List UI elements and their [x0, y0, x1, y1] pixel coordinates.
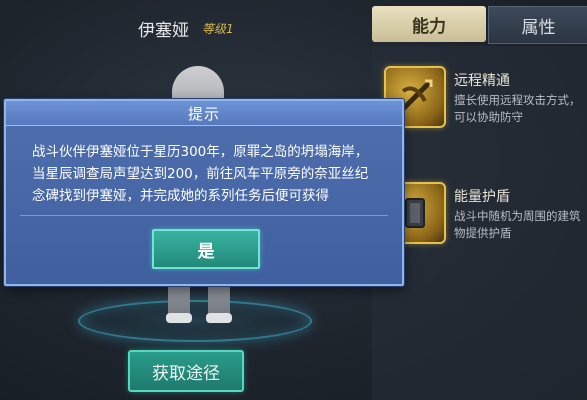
obtain-method-button[interactable]: 获取途径 [128, 350, 244, 392]
character-level: 等级1 [202, 22, 234, 36]
confirm-button[interactable]: 是 [152, 229, 260, 269]
skill-desc: 擅长使用远程攻击方式，可以协助防守 [454, 93, 581, 124]
character-header: 伊塞娅 等级1 [118, 14, 268, 41]
character-name: 伊塞娅 [138, 21, 189, 41]
skill-desc: 战斗中随机为周围的建筑物提供护盾 [454, 209, 581, 240]
hint-dialog: 提示 战斗伙伴伊塞娅位于星历300年，原罪之岛的坍塌海岸， 当星辰调查局声望达到… [4, 99, 404, 286]
dialog-message: 战斗伙伴伊塞娅位于星历300年，原罪之岛的坍塌海岸， 当星辰调查局声望达到200… [32, 144, 369, 204]
skill-title: 能量护盾 [454, 189, 510, 205]
dialog-title-bar: 提示 [6, 101, 402, 126]
tab-ability[interactable]: 能力 [372, 6, 486, 42]
tab-attributes[interactable]: 属性 [488, 6, 587, 44]
right-boot [206, 313, 232, 323]
dialog-divider [20, 215, 388, 216]
skill-item-ranged-mastery[interactable]: 远程精通 擅长使用远程攻击方式，可以协助防守 [384, 66, 584, 136]
skill-item-energy-shield[interactable]: 能量护盾 战斗中随机为周围的建筑物提供护盾 [384, 182, 584, 252]
character-detail-screen: 伊塞娅 等级1 获取途径 能力 属性 远程精通 擅长使用远程攻击方式，可以协助防… [0, 0, 587, 400]
dialog-title: 提示 [187, 104, 220, 123]
left-boot [166, 313, 192, 323]
skill-title: 远程精通 [454, 73, 510, 89]
